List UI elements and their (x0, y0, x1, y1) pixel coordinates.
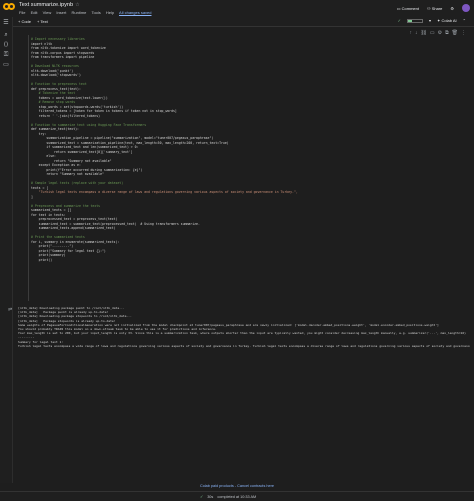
ram-disk-meter[interactable] (407, 18, 424, 23)
chevron-up-icon[interactable]: ⌃ (463, 18, 466, 23)
settings-cell-icon[interactable]: ⚙ (438, 30, 442, 36)
output-line: Turkish legal texts encompass a wide ran… (18, 343, 470, 348)
star-icon[interactable]: ☆ (75, 2, 79, 8)
folder-icon[interactable]: ▭ (2, 61, 10, 69)
save-status[interactable]: All changes saved (119, 10, 151, 15)
link-icon[interactable]: ⛓ (420, 30, 426, 36)
add-code-button[interactable]: + Code (18, 19, 31, 24)
completed-check-icon: ✓ (200, 495, 204, 499)
menu-bar: File Edit View Insert Runtime Tools Help… (19, 10, 156, 15)
cell-toolbar: ↑ ↓ ⛓ ▭ ⚙ ⧉ 🗑 ⋮ (409, 30, 466, 36)
paid-products-link[interactable]: Colab paid products - Cancel contracts h… (0, 484, 474, 488)
completion-time: completed at 10:33 AM (217, 494, 257, 499)
toolbar: + Code + Text ✓ ▾ ✦ Colab AI ⌃ (0, 17, 474, 27)
search-icon[interactable]: ⌕ (2, 31, 10, 39)
comment-cell-icon[interactable]: ▭ (430, 30, 435, 36)
add-text-button[interactable]: + Text (37, 19, 48, 24)
runtime-check-icon: ✓ (397, 18, 402, 23)
move-down-icon[interactable]: ↓ (415, 30, 418, 36)
avatar[interactable] (462, 4, 470, 12)
code-cell[interactable]: # Import necessary libraries import nltk f… (31, 37, 298, 262)
share-button[interactable]: ⚇ Share (427, 6, 442, 11)
code-line: print() (31, 257, 53, 262)
menu-tools[interactable]: Tools (91, 10, 100, 15)
share-icon: ⚇ (427, 5, 431, 11)
colab-logo-icon[interactable] (3, 3, 15, 11)
menu-edit[interactable]: Edit (31, 10, 38, 15)
sparkle-icon: ✦ (437, 18, 441, 23)
comment-button[interactable]: ▭ Comment (397, 6, 419, 11)
delete-icon[interactable]: 🗑 (452, 30, 458, 36)
menu-file[interactable]: File (19, 10, 25, 15)
top-bar: Text summarize.ipynb ☆ File Edit View Ins… (0, 0, 474, 17)
menu-runtime[interactable]: Runtime (71, 10, 86, 15)
runtime-duration: 30s (207, 494, 214, 499)
left-sidebar: ☰ ⌕ ⟨⟩ ⚿ ▭ (0, 17, 13, 483)
mirror-icon[interactable]: ⧉ (445, 30, 449, 36)
chevron-down-icon[interactable]: ▾ (429, 18, 431, 23)
cell-rail (28, 35, 29, 301)
key-icon[interactable]: ⚿ (2, 51, 10, 59)
menu-help[interactable]: Help (106, 10, 114, 15)
menu-insert[interactable]: Insert (56, 10, 66, 15)
output-actions-icon[interactable]: ⇌ (8, 307, 12, 313)
move-up-icon[interactable]: ↑ (409, 30, 412, 36)
cell-output: [nltk_data] Downloading package punkt to… (18, 306, 470, 366)
comment-icon: ▭ (396, 5, 401, 11)
code-line: "Turkish legal texts encompass a diverse… (31, 190, 298, 194)
code-icon[interactable]: ⟨⟩ (2, 41, 10, 49)
output-line: Your max_length is set to 200, but your … (18, 331, 466, 336)
more-icon[interactable]: ⋮ (461, 30, 466, 36)
colab-ai-button[interactable]: ✦ Colab AI (437, 18, 457, 23)
settings-icon[interactable]: ⚙ (450, 6, 454, 11)
menu-icon[interactable]: ☰ (2, 19, 10, 27)
menu-view[interactable]: View (43, 10, 52, 15)
notebook-title[interactable]: Text summarize.ipynb ☆ (19, 2, 80, 8)
